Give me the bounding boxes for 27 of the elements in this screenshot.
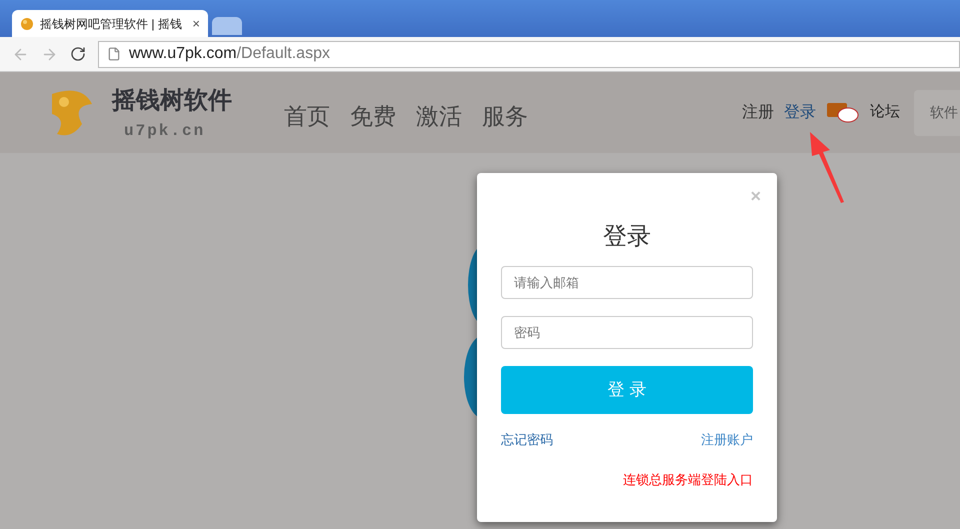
header-link[interactable]: 注册 [742, 100, 774, 124]
search-field[interactable]: 软件 [914, 90, 960, 136]
dialog-title: 登录 [603, 222, 651, 252]
tab-title: 摇钱树网吧管理软件 | 摇钱 [40, 16, 183, 32]
brand-domain: u7pk.cn [124, 120, 206, 142]
nav-link[interactable]: 激活 [416, 99, 462, 134]
close-icon[interactable]: × [192, 14, 200, 34]
password-field[interactable]: 密码 [501, 316, 753, 349]
reload-icon[interactable] [70, 46, 86, 62]
chain-login-link[interactable]: 连锁总服务端登陆入口 [623, 470, 753, 489]
speech-bubbles-icon [826, 100, 860, 124]
nav-link[interactable]: 免费 [350, 99, 396, 134]
page-icon [107, 47, 121, 61]
address-bar[interactable]: www.u7pk.com/Default.aspx [98, 40, 960, 68]
brand-name: 摇钱树软件 [112, 86, 233, 116]
arrow-annotation [808, 132, 846, 204]
nav-link[interactable]: 服务 [482, 99, 528, 134]
email-field[interactable]: 请输入邮箱 [501, 266, 753, 299]
url-text: www.u7pk.com/Default.aspx [129, 44, 330, 64]
forgot-password-link[interactable]: 忘记密码 [501, 430, 553, 450]
register-link[interactable]: 注册账户 [701, 430, 753, 450]
browser-tab[interactable]: 摇钱树网吧管理软件 | 摇钱 × [12, 10, 208, 37]
new-tab-button[interactable] [212, 17, 242, 35]
forum-link[interactable]: 论坛 [870, 101, 900, 124]
nav-link[interactable]: 首页 [284, 99, 330, 134]
header-link[interactable]: 登录 [784, 100, 816, 124]
login-button[interactable]: 登 录 [501, 366, 753, 414]
